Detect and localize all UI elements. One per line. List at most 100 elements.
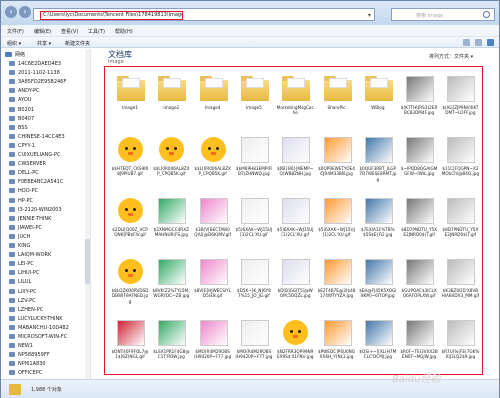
file-item[interactable]: $2XNMGCC4RXZMAHNUR(FS.jpg xyxy=(152,193,189,251)
sidebar-item-computer[interactable]: LUCYLUCKY-THINK xyxy=(9,315,63,324)
sidebar-item-computer[interactable]: 3A85FD2E95B246F xyxy=(9,78,66,87)
menu-help[interactable]: 帮助(H) xyxy=(115,28,133,35)
organize-button[interactable]: 组织 ▾ xyxy=(7,40,21,47)
menu-tools[interactable]: 工具(T) xyxy=(88,28,105,35)
sidebar-item-computer[interactable]: LAIQM-WORK xyxy=(9,251,51,260)
view-options-icon[interactable] xyxy=(463,39,470,46)
sidebar-item-computer[interactable]: OFFICEPC xyxy=(9,369,42,378)
folder-item[interactable]: Image2 xyxy=(152,71,188,129)
sidebar-item-network[interactable]: 网络 xyxy=(5,51,25,60)
file-item[interactable]: $PWEDC]P4U0NGXX6H_Y(NL1.jpg xyxy=(318,315,355,373)
sidebar-item-computer[interactable]: 14C6E2DAED4E3 xyxy=(9,60,61,69)
file-item[interactable]: $~IPQD8QGAIGMGFW~IWIL.jpg xyxy=(400,132,437,190)
file-item[interactable]: $$M69H83EMP(RB7)ZHNWQ.jpg xyxy=(235,132,272,190)
sidebar-item-computer[interactable]: 2011-1102-1138 xyxy=(9,69,60,78)
arrange-value[interactable]: 文件夹 ▾ xyxy=(454,54,473,60)
sidebar-item-computer[interactable]: JENNIE-THINK xyxy=(9,215,51,224)
sidebar-item-computer[interactable]: MICROSOFT-WIN-FC xyxy=(9,333,67,342)
sidebar-item-computer[interactable]: JUCH xyxy=(9,233,30,242)
sidebar-item-computer[interactable]: DELL-PC xyxy=(9,169,39,178)
file-item[interactable]: $MO(R4M29OBS(H9420P~F77.jpg xyxy=(235,315,272,373)
sidebar-item-computer[interactable]: LIHUI-PC xyxy=(9,269,39,278)
sidebar-item-computer[interactable]: LZV-PC xyxy=(9,297,36,306)
sidebar-item-computer[interactable]: NP588959FF xyxy=(9,351,50,360)
sidebar-item-computer[interactable]: BSS xyxy=(9,124,28,133)
help-icon[interactable] xyxy=(487,39,494,46)
sidebar-item-computer[interactable]: HP-PC xyxy=(9,197,33,206)
search-icon[interactable] xyxy=(483,11,490,18)
file-item[interactable]: $(K7THURS3)2ERBC83DM4F.jpg xyxy=(400,71,437,129)
folder-item[interactable]: WBlog xyxy=(359,71,395,129)
sidebar-item-computer[interactable]: I3-2120-WIN2003 xyxy=(9,206,62,215)
file-item[interactable]: $GUPOAC$3ICLXQ6AFOPLXW.gif xyxy=(400,254,437,312)
file-item[interactable]: $R7U(%(FE(7GK%XIJ3LQ2$9.jpg xyxy=(441,315,479,373)
sidebar-item-computer[interactable]: LILUL xyxy=(9,278,31,287)
file-item[interactable]: $8VK(Z2%TYL5M_WGRYDC~ZB.jpg xyxy=(152,254,190,312)
file-item[interactable]: $5)6XAK~WJ15UJ[1)2CL'XU.gif xyxy=(235,193,272,251)
file-item[interactable]: $LSX1PR1F4G8@C1T'ROW.jpg xyxy=(152,315,190,373)
file-item[interactable]: $5)6XAK~WJ15UJ[1)2CL'XU.gif xyxy=(318,193,355,251)
folder-item[interactable]: Image1 xyxy=(111,71,147,129)
file-item[interactable]: $8LQZKO0RVDSDDBW[F9AFNED.jpg xyxy=(111,254,148,312)
sidebar-item-computer[interactable]: NPI61A830 xyxy=(9,360,46,369)
search-input[interactable]: 搜索 Image xyxy=(416,12,443,19)
folder-item[interactable]: Image5 xyxy=(235,71,271,129)
new-folder-button[interactable]: 新建文件夹 xyxy=(65,40,90,47)
menu-file[interactable]: 文件(F) xyxy=(7,28,24,35)
file-item[interactable]: $7EXIA11%TB%$5S$E{R2.jpg xyxy=(359,193,395,251)
preview-pane-icon[interactable] xyxy=(475,39,482,46)
search-box[interactable]: 搜索 Image xyxy=(391,8,495,21)
sidebar-item-computer[interactable]: HOO-PC xyxy=(9,187,38,196)
arrange-by[interactable]: 排列方式：文件夹 ▾ xyxy=(429,53,473,60)
file-item[interactable]: $0QP9EWETYOE4CJR4M33BN.jpg xyxy=(318,132,355,190)
sidebar-item-computer[interactable]: JIAWEI-PC xyxy=(9,224,42,233)
file-item[interactable]: $MO(R4M29OBS(H9420P~F77.jpg xyxy=(194,315,231,373)
sidebar-scrollbar[interactable] xyxy=(85,49,90,379)
sidebar-item-computer[interactable]: NEW1 xyxy=(9,342,33,351)
file-item[interactable]: $D[B]GG[F5]@WOM;5OQZL.jpg xyxy=(276,254,313,312)
file-item[interactable]: $R0F~TEI3VXX2BEN0T~MGJW.jpg xyxy=(400,315,438,373)
file-item[interactable]: $ONT40F9FOL7@1$[6Z(NGL.gif xyxy=(111,315,148,373)
file-item[interactable]: $EH@FJ45K5XOGI8KM]~6ITOP.jpg xyxy=(359,254,397,312)
folder-item[interactable]: MarketingMsgCache xyxy=(276,71,314,129)
forward-button[interactable]: › xyxy=(19,6,31,18)
address-path[interactable]: C:\Users\lyc\Documents\Tencent Files\178… xyxy=(40,11,183,20)
file-item[interactable]: $0QUF3RBT_ILGP7Q7WESE8RMT.jpg xyxy=(359,132,396,190)
scrollbar-thumb[interactable] xyxy=(85,239,90,284)
file-item[interactable]: $N2FRR3QP99N9EX9S$'41FNU.jpg xyxy=(276,315,313,373)
sidebar-item-computer[interactable]: KING xyxy=(9,242,30,251)
sidebar-item-computer[interactable]: MABANCHU-10D482 xyxy=(9,324,69,333)
sidebar-item-computer[interactable]: CWSERVER xyxy=(9,160,46,169)
folder-item[interactable]: Image4 xyxy=(194,71,230,129)
file-item[interactable]: $5)6XAK~WJ15UJ[1)2CL'XU.gif xyxy=(276,193,314,251)
file-item[interactable]: $0B}B6}JMEMP~Q)WB82NH.jpg xyxy=(276,132,313,190)
file-item[interactable]: $8D7PNDTU_Y5XE2JNRD0$(T.gif xyxy=(400,193,437,251)
back-button[interactable]: ‹ xyxy=(5,6,17,18)
file-item[interactable]: $K3BZ0OD'X8VBHIAB4DX3_MM.gif xyxy=(441,254,479,312)
file-item[interactable]: $2DLI[Q00Z_VCPQNK[PB$FIV.gif xyxy=(111,193,148,251)
share-button[interactable]: 共享 ▾ xyxy=(37,40,51,47)
address-bar[interactable]: C:\Users\lyc\Documents\Tencent Files\178… xyxy=(33,8,375,21)
sidebar-item-computer[interactable]: LZHEN-PC xyxy=(9,306,43,315)
file-item[interactable]: $QS(+~][XL(H7MCLC'DCMJ.jpg xyxy=(359,315,396,373)
sidebar-item-computer[interactable]: LIXY-PC xyxy=(9,288,36,297)
folder-item[interactable]: SharePic xyxy=(318,71,354,129)
sidebar-item-computer[interactable]: AYOU xyxy=(9,96,31,105)
sidebar-item-computer[interactable]: ANDY-PC xyxy=(9,87,40,96)
sidebar-item-computer[interactable]: CHINESE-14CC4E3 xyxy=(9,133,65,142)
file-item[interactable]: $E2T4B7E@3[$48174WTYYZA.jpg xyxy=(318,254,355,312)
sidebar-item-computer[interactable]: CUIXUELIANG-PC xyxy=(9,151,60,160)
sidebar-item-computer[interactable]: CPYY-1 xyxy=(9,142,35,151)
file-item[interactable]: $(AG[ZJP9NV4IKTDMT~LOFF.jpg xyxy=(441,71,478,129)
file-item[interactable]: $$L[0R006AL8ZXP_CPQB5K.gif xyxy=(152,132,190,190)
file-item[interactable]: $$L[0R006AL8ZXP_CPQB5K.gif xyxy=(194,132,231,190)
file-item[interactable]: $8V[E]HJWECSIYLD5)E8.gif xyxy=(194,254,231,312)
file-item[interactable]: $$H7EQT_CKSIKR8J9PIUB7.gif xyxy=(111,132,148,190)
file-item[interactable]: $3B(V[BECTAW0Q)U[@D6K(MV.gif xyxy=(194,193,231,251)
menu-edit[interactable]: 编辑(E) xyxy=(34,28,51,35)
chevron-down-icon[interactable]: ▾ xyxy=(368,12,371,19)
sidebar-item-computer[interactable]: B0201 xyxy=(9,106,34,115)
sidebar-item-computer[interactable]: LEI-PC xyxy=(9,260,34,269)
file-item[interactable]: $11C[FQGPN~X2MO$CIV@84Q.jpg xyxy=(441,132,479,190)
sidebar-item-computer[interactable]: B0407 xyxy=(9,115,34,124)
